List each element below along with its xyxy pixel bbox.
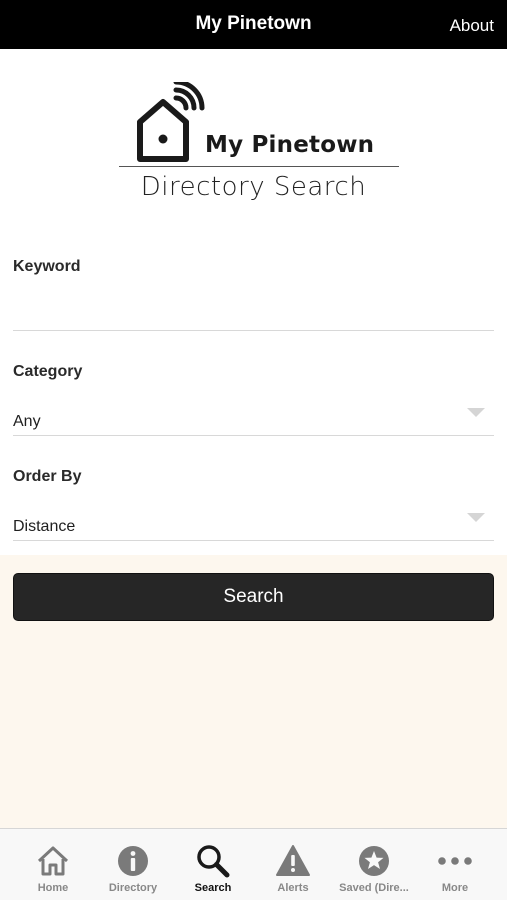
order-by-select[interactable]: Distance: [13, 503, 494, 543]
category-select[interactable]: Any: [13, 398, 494, 438]
nav-bar: My Pinetown About: [0, 0, 507, 49]
keyword-label: Keyword: [13, 258, 81, 275]
about-button[interactable]: About: [450, 16, 494, 36]
chevron-down-icon: [467, 408, 485, 417]
tab-saved[interactable]: Saved (Dire...: [333, 829, 415, 900]
order-by-underline: [13, 540, 494, 541]
tab-more[interactable]: More: [415, 829, 495, 900]
category-underline: [13, 435, 494, 436]
tab-home[interactable]: Home: [13, 829, 93, 900]
category-selected-value: Any: [13, 413, 41, 430]
tab-alerts[interactable]: Alerts: [253, 829, 333, 900]
order-by-label: Order By: [13, 468, 82, 485]
keyword-input[interactable]: [13, 296, 494, 326]
star-icon: [359, 846, 389, 876]
search-button[interactable]: Search: [13, 573, 494, 621]
logo-brand-text: My Pinetown: [205, 132, 375, 158]
tab-directory[interactable]: Directory: [93, 829, 173, 900]
category-label: Category: [13, 363, 83, 380]
keyword-underline: [13, 330, 494, 331]
magnifier-icon: [197, 845, 230, 878]
tab-label: Home: [37, 882, 69, 894]
order-by-selected-value: Distance: [13, 518, 76, 535]
chevron-down-icon: [467, 513, 485, 522]
tab-label: More: [441, 882, 469, 894]
logo-divider: [119, 166, 399, 167]
ellipsis-icon: [438, 857, 472, 865]
tab-search[interactable]: Search: [173, 829, 253, 900]
tab-label: Search: [194, 882, 232, 894]
tab-bar: Home Directory Search Alerts Saved (Dire…: [0, 828, 507, 900]
tab-label: Directory: [108, 882, 158, 894]
page-title: My Pinetown: [195, 13, 312, 34]
tab-label: Saved (Dire...: [339, 882, 409, 894]
info-icon: [118, 846, 148, 876]
logo-subtitle: Directory Search: [140, 172, 367, 202]
tab-label: Alerts: [277, 882, 309, 894]
warning-icon: [276, 845, 310, 876]
home-icon: [37, 846, 69, 876]
